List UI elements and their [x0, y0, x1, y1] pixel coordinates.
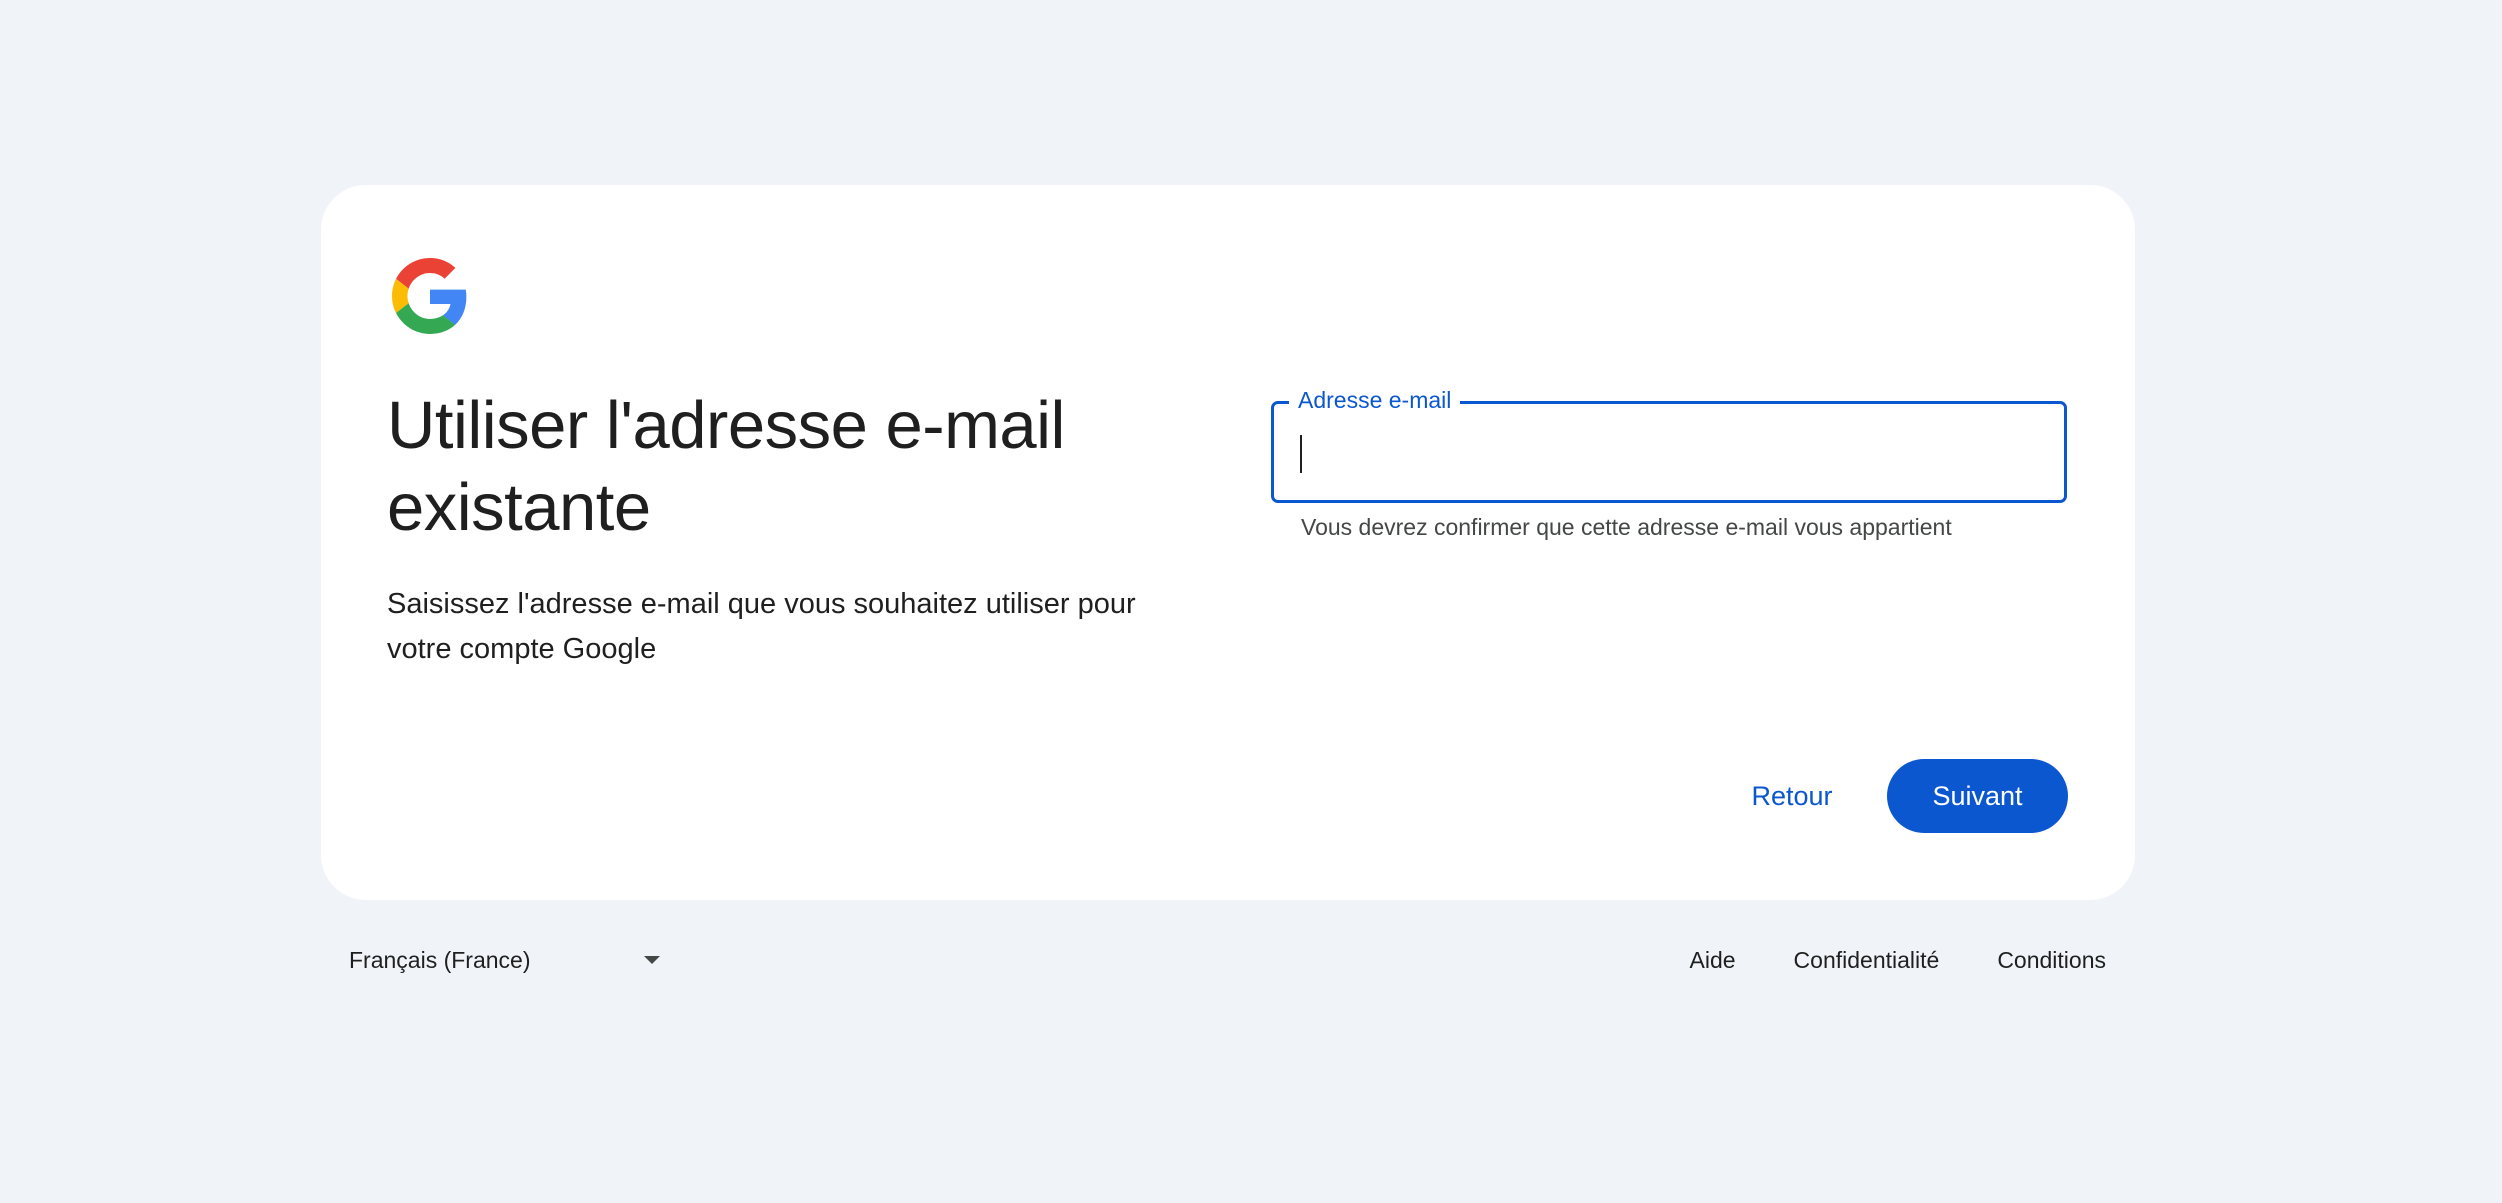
- google-logo-icon: [392, 258, 468, 334]
- footer-links: Aide Confidentialité Conditions: [1661, 930, 2136, 990]
- email-helper-text: Vous devrez confirmer que cette adresse …: [1301, 514, 1952, 540]
- help-link[interactable]: Aide: [1661, 947, 1765, 974]
- dropdown-arrow-icon: [644, 956, 660, 964]
- page-title: Utiliser l'adresse e-mail existante: [387, 388, 1065, 545]
- terms-link[interactable]: Conditions: [1968, 947, 2135, 974]
- privacy-link[interactable]: Confidentialité: [1765, 947, 1969, 974]
- language-label: Français (France): [349, 946, 531, 973]
- email-input[interactable]: [1298, 404, 2038, 500]
- footer: Français (France) Aide Confidentialité C…: [321, 930, 2135, 990]
- sign-in-card: Utiliser l'adresse e-mail existante Sais…: [321, 185, 2135, 900]
- email-field[interactable]: Adresse e-mail: [1271, 386, 2067, 503]
- back-button[interactable]: Retour: [1707, 759, 1877, 833]
- language-selector[interactable]: Français (France): [331, 930, 661, 990]
- next-button[interactable]: Suivant: [1887, 759, 2068, 833]
- page-subtitle: Saisissez l'adresse e-mail que vous souh…: [387, 588, 1136, 665]
- text-cursor: [1300, 435, 1302, 473]
